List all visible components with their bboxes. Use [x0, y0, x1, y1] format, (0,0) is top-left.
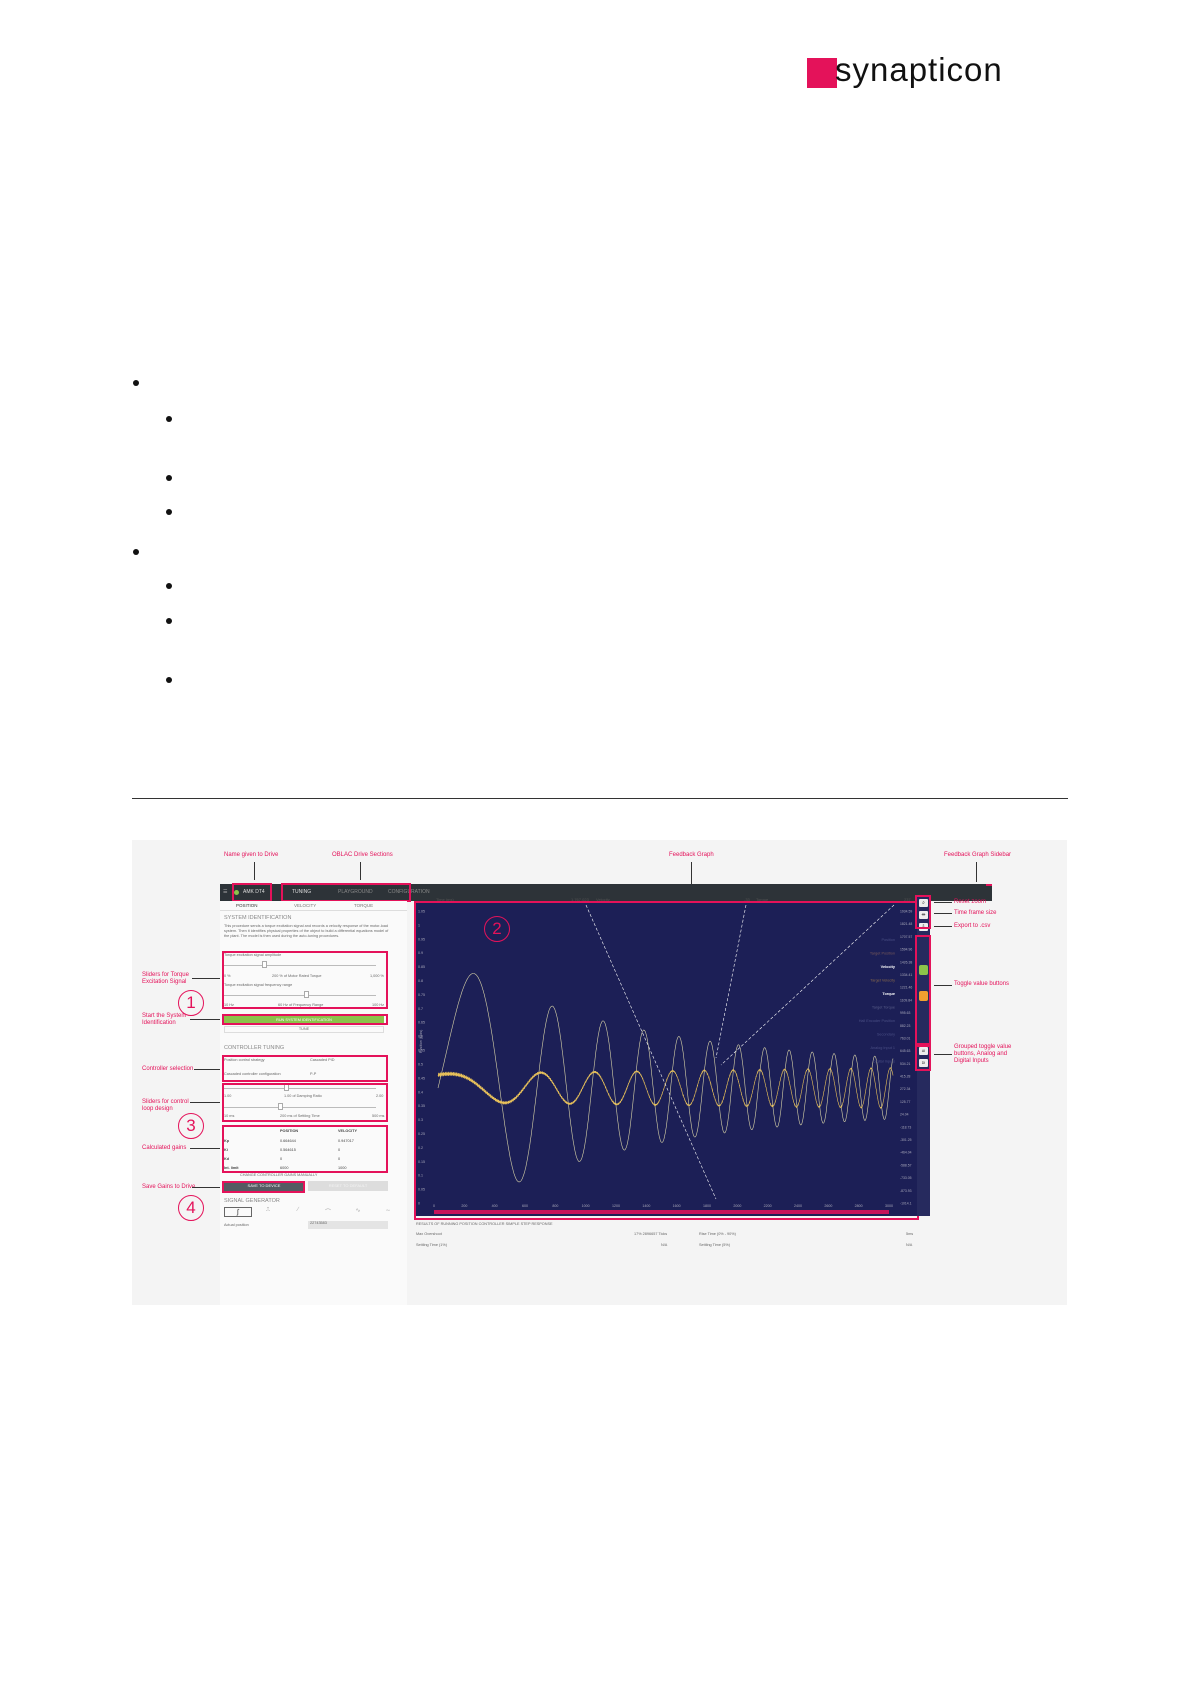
annotation-save-gains: Save Gains to Drive: [142, 1184, 196, 1190]
logo-square: [807, 58, 837, 88]
tune-button[interactable]: TUNE: [224, 1026, 384, 1033]
tab-position[interactable]: POSITION: [236, 903, 258, 908]
arrow: [254, 862, 255, 880]
bullet: [166, 475, 172, 481]
actual-position-value[interactable]: 22743583: [308, 1221, 388, 1229]
arrow: [976, 862, 977, 882]
arrow: [190, 1102, 220, 1103]
highlight-drive-name: [232, 883, 272, 902]
highlight-grouped-toggles: [915, 1045, 931, 1071]
signal-ramp-icon[interactable]: ∕: [284, 1207, 312, 1217]
bullet: [166, 677, 172, 683]
arrow: [360, 862, 361, 880]
arrow: [190, 1019, 220, 1020]
results-title: RESULTS OF RUNNING POSITION CONTROLLER S…: [416, 1222, 553, 1226]
arrow: [190, 1148, 220, 1149]
annotation-export-csv: Export to .csv: [954, 923, 991, 929]
result-label: Settling Time (1%): [416, 1243, 448, 1247]
bullet: [166, 416, 172, 422]
annotation-start-sysid: Start the System Identification: [142, 1013, 187, 1026]
bullet: [133, 549, 139, 555]
annotation-name-given: Name given to Drive: [224, 852, 279, 858]
logo-text: synapticon: [835, 51, 1003, 88]
signal-sine-icon[interactable]: ∿: [344, 1207, 372, 1217]
bullet: [166, 618, 172, 624]
arrow: [934, 902, 952, 903]
controller-tuning-title: CONTROLLER TUNING: [224, 1045, 285, 1051]
sysid-title: SYSTEM IDENTIFICATION: [224, 915, 292, 921]
controller-tabs: POSITION VELOCITY TORQUE: [220, 901, 407, 911]
callout-number-4: 4: [178, 1195, 204, 1221]
highlight-gains: [222, 1125, 388, 1173]
annotation-oblac-sections: OBLAC Drive Sections: [332, 852, 393, 858]
menu-icon[interactable]: ☰: [223, 889, 227, 895]
arrow: [192, 978, 220, 979]
highlight-sections: [281, 883, 411, 902]
highlight-control-sliders: [222, 1083, 388, 1122]
annotation-grouped-toggle: Grouped toggle value buttons, Analog and…: [954, 1044, 1012, 1064]
arrow: [934, 926, 952, 927]
tab-torque[interactable]: TORQUE: [354, 903, 373, 908]
annotation-controller-selection: Controller selection: [142, 1066, 194, 1072]
highlight-save: [222, 1181, 305, 1193]
highlight-run-sysid: [222, 1014, 388, 1025]
annotation-sliders-torque: Sliders for Torque Excitation Signal: [142, 972, 189, 985]
signal-generator-title: SIGNAL GENERATOR: [224, 1198, 280, 1204]
annotation-sliders-control: Sliders for control loop design: [142, 1099, 189, 1112]
signal-step-icon[interactable]: ∫: [224, 1207, 252, 1217]
bullet: [166, 583, 172, 589]
annotation-toggle-value: Toggle value buttons: [954, 981, 1010, 987]
arrow: [934, 1054, 952, 1055]
oblac-tuning-figure: Name given to Drive OBLAC Drive Sections…: [132, 840, 1067, 1305]
bullet: [133, 380, 139, 386]
arrow: [194, 1069, 220, 1070]
bullet: [166, 509, 172, 515]
annotation-feedback-graph: Feedback Graph: [669, 852, 714, 858]
highlight-controller-selection: [222, 1055, 388, 1082]
callout-number-2: 2: [484, 916, 510, 942]
annotation-feedback-sidebar: Feedback Graph Sidebar: [944, 852, 1012, 858]
result-label: Settling Time (5%): [699, 1243, 731, 1247]
signal-trapezoid-icon[interactable]: ⌒: [314, 1207, 342, 1217]
change-gains-manually-link[interactable]: CHANGE CONTROLLER GAINS MANUALLY: [240, 1173, 317, 1178]
arrow: [192, 1187, 220, 1188]
horizontal-rule: [132, 798, 1068, 799]
callout-number-3: 3: [178, 1113, 204, 1139]
arrow: [934, 985, 952, 986]
results-panel: RESULTS OF RUNNING POSITION CONTROLLER S…: [416, 1222, 930, 1252]
highlight-excitation-sliders: [222, 951, 388, 1009]
highlight-toggles: [915, 935, 931, 1045]
annotation-time-frame: Time frame size: [954, 910, 997, 916]
result-label: Rise Time (0% - 90%): [699, 1232, 736, 1236]
close-icon[interactable]: [986, 884, 992, 886]
highlight-feedback-graph: [414, 901, 919, 1220]
annotation-reset-zoom: Reset zoom: [954, 899, 987, 905]
result-value: N/A: [906, 1243, 913, 1247]
result-label: Max Overshoot: [416, 1232, 442, 1236]
result-value: 5ms: [906, 1232, 914, 1236]
result-value: N/A: [661, 1243, 668, 1247]
reset-to-default-button[interactable]: RESET TO DEFAULT: [308, 1181, 388, 1191]
actual-position-label: Actual position: [224, 1223, 249, 1227]
sysid-description: This procedure sends a torque excitation…: [224, 924, 389, 938]
tab-velocity[interactable]: VELOCITY: [294, 903, 316, 908]
result-value: 17% 2896657 Ticks: [634, 1232, 668, 1236]
annotation-calculated-gains: Calculated gains: [142, 1145, 187, 1151]
synapticon-logo: synapticon: [807, 51, 1069, 88]
arrow: [934, 913, 952, 914]
signal-square-icon[interactable]: ⎍: [254, 1207, 282, 1217]
signal-wave-icon[interactable]: ∼: [374, 1207, 402, 1217]
highlight-sidebar-top: [915, 895, 931, 929]
